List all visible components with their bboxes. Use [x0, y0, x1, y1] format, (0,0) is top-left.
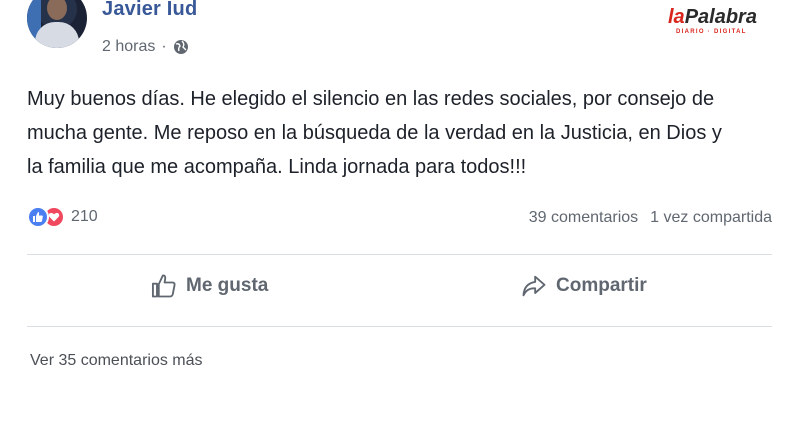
avatar[interactable]	[27, 0, 87, 48]
post-text-line: la familia que me acompaña. Linda jornad…	[27, 156, 527, 178]
author-name[interactable]: Javier Iud	[102, 0, 197, 21]
reactions-summary[interactable]: 210	[27, 206, 98, 228]
comments-count[interactable]: 39 comentarios	[529, 209, 638, 227]
post-time[interactable]: 2 horas	[102, 38, 155, 56]
post-meta: 2 horas ·	[102, 38, 189, 56]
divider	[27, 254, 772, 255]
share-button[interactable]: Compartir	[520, 272, 647, 300]
like-label: Me gusta	[186, 275, 269, 296]
lapalabra-logo: laPalabra DIARIO · DIGITAL	[668, 6, 772, 40]
view-more-comments-link[interactable]: Ver 35 comentarios más	[30, 352, 203, 370]
post-text-line: mucha gente. Me reposo en la búsqueda de…	[27, 122, 722, 144]
logo-part-la: la	[668, 6, 685, 28]
divider	[27, 326, 772, 327]
logo-subtitle: DIARIO · DIGITAL	[676, 29, 747, 35]
like-icon	[27, 206, 49, 228]
avatar-shirt	[35, 22, 79, 48]
like-button[interactable]: Me gusta	[150, 272, 268, 300]
logo-part-palabra: Palabra	[684, 6, 757, 28]
avatar-face	[47, 0, 67, 20]
post-stats: 39 comentarios 1 vez compartida	[529, 209, 772, 227]
globe-icon[interactable]	[173, 39, 189, 55]
meta-separator: ·	[161, 38, 167, 55]
reaction-count: 210	[71, 208, 98, 225]
shares-count[interactable]: 1 vez compartida	[650, 209, 772, 227]
thumbs-up-icon	[151, 274, 176, 298]
share-label: Compartir	[556, 275, 647, 296]
share-arrow-icon	[522, 275, 546, 297]
post-text: Muy buenos días. He elegido el silencio …	[27, 82, 777, 184]
post-text-line: Muy buenos días. He elegido el silencio …	[27, 88, 715, 110]
logo-wordmark: laPalabra	[668, 6, 772, 28]
